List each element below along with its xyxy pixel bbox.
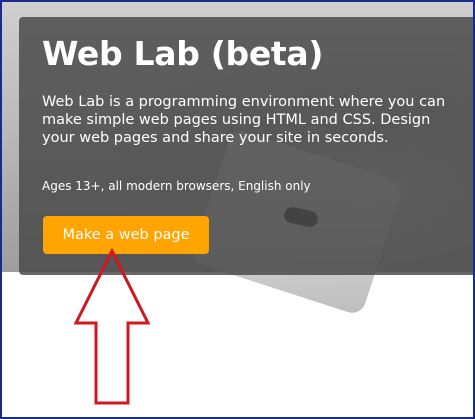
hero-title: Web Lab (beta) (42, 34, 324, 73)
annotation-arrow-shape (73, 247, 151, 405)
hero-description: Web Lab is a programming environment whe… (42, 94, 446, 146)
page-frame: Web Lab (beta) Web Lab is a programming … (0, 0, 475, 419)
arrow-up-icon (73, 247, 151, 405)
hero-meta-info: Ages 13+, all modern browsers, English o… (42, 179, 311, 193)
